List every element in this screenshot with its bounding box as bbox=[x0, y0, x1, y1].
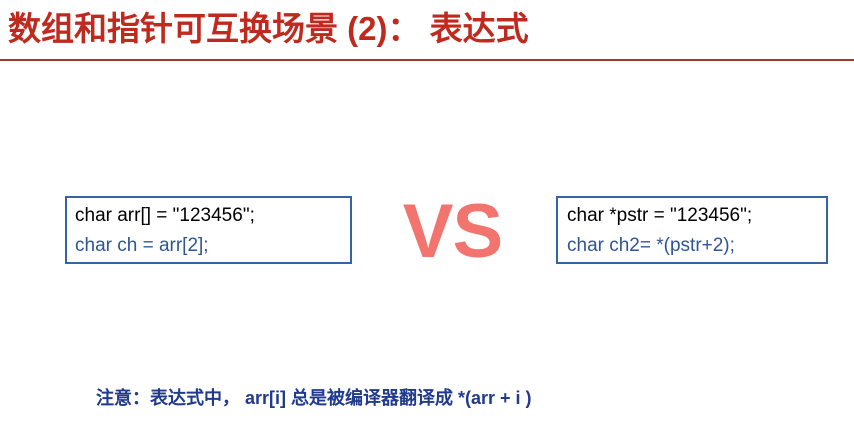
right-code-box: char *pstr = "123456"; char ch2= *(pstr+… bbox=[556, 196, 828, 264]
left-code-line-1: char arr[] = "123456"; bbox=[75, 205, 255, 226]
title-divider bbox=[0, 59, 854, 61]
slide-title: 数组和指针可互换场景 (2)： 表达式 bbox=[8, 10, 529, 47]
right-code-line-1: char *pstr = "123456"; bbox=[567, 205, 753, 226]
note-text: 注意：表达式中， arr[i] 总是被编译器翻译成 *(arr + i ) bbox=[96, 388, 532, 408]
vs-label: VS bbox=[402, 189, 503, 274]
left-code-box: char arr[] = "123456"; char ch = arr[2]; bbox=[65, 196, 352, 264]
slide: 数组和指针可互换场景 (2)： 表达式 char arr[] = "123456… bbox=[0, 0, 854, 421]
right-code-line-2: char ch2= *(pstr+2); bbox=[567, 235, 735, 256]
left-code-line-2: char ch = arr[2]; bbox=[75, 235, 209, 256]
